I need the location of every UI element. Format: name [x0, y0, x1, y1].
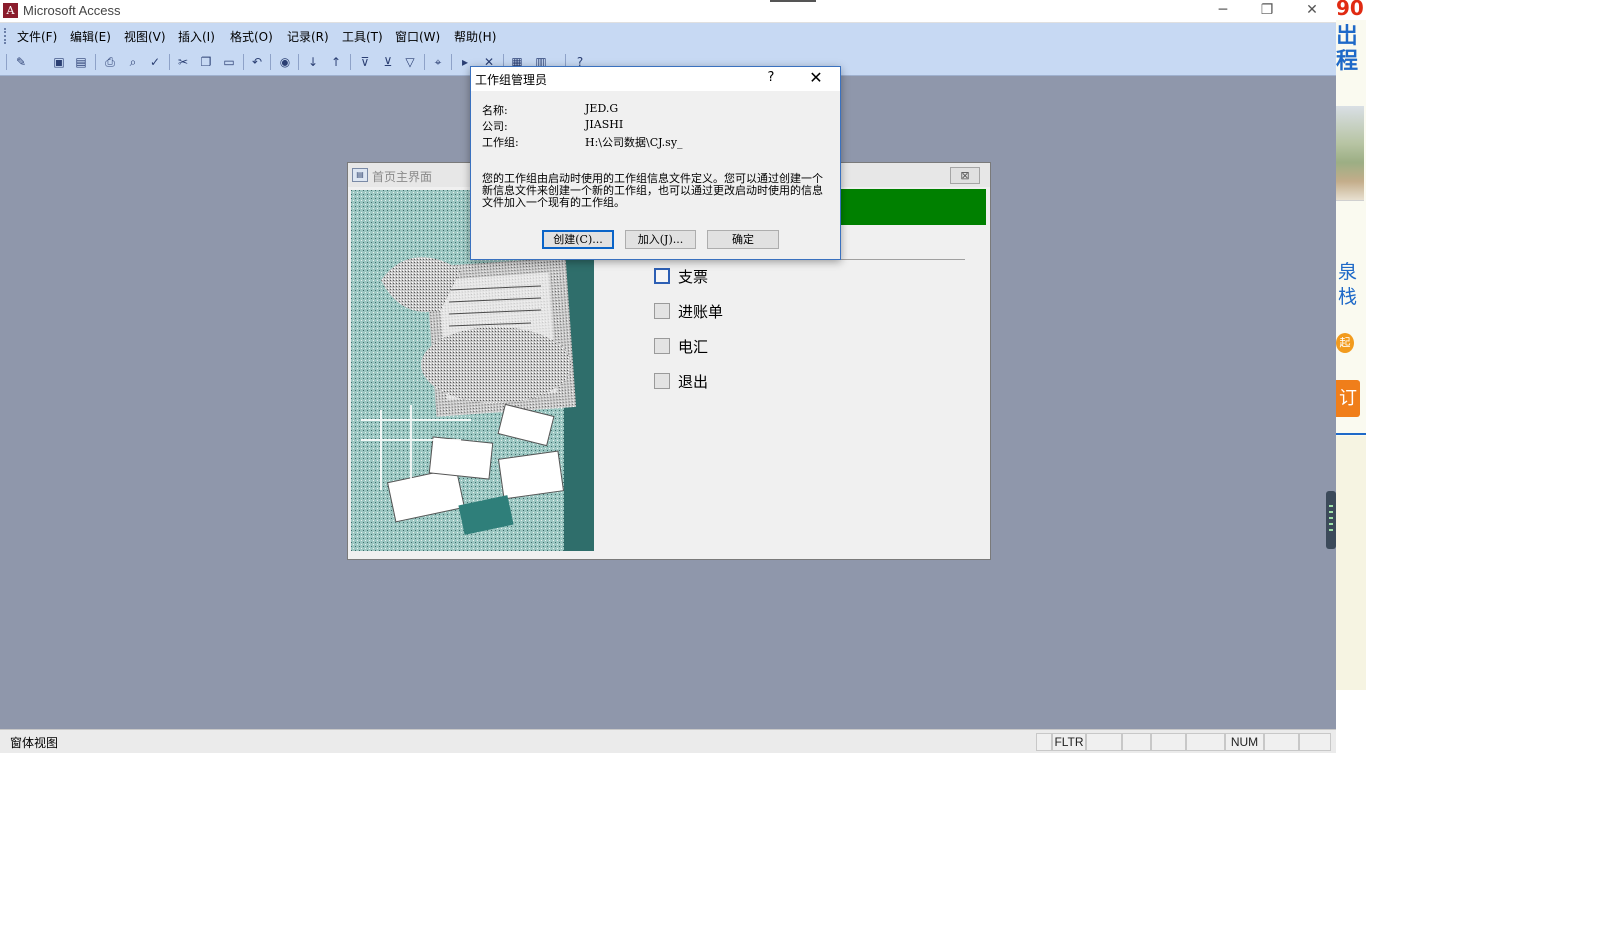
menu-records[interactable]: 记录(R)	[287, 28, 329, 45]
option-checkbox[interactable]	[654, 303, 670, 319]
close-window-button[interactable]: ✕	[1290, 0, 1334, 22]
minimize-button[interactable]: ─	[1201, 0, 1245, 22]
option-label: 退出	[678, 373, 709, 391]
menu-help[interactable]: 帮助(H)	[454, 28, 496, 45]
copy-icon[interactable]: ❐	[197, 53, 215, 71]
workgroup-administrator-dialog: 工作组管理员 ? ✕ 名称: JED.G 公司: JIASHI 工作组: H:\…	[470, 66, 841, 260]
menu-window[interactable]: 窗口(W)	[395, 28, 440, 45]
undo-icon[interactable]: ↶	[248, 53, 266, 71]
menu-edit[interactable]: 编辑(E)	[70, 28, 111, 45]
sort-descending-icon[interactable]: ↑	[327, 53, 345, 71]
menu-bar: 文件(F) 编辑(E) 视图(V) 插入(I) 格式(O) 记录(R) 工具(T…	[0, 23, 1336, 70]
filter-by-form-icon[interactable]: ⊻	[379, 53, 397, 71]
option-label: 支票	[678, 268, 709, 286]
view-mode-label: 窗体视图	[10, 736, 59, 750]
menu-tools[interactable]: 工具(T)	[342, 28, 383, 45]
form-close-button[interactable]: ⊠	[950, 167, 980, 184]
workgroup-description: 您的工作组由启动时使用的工作组信息文件定义。您可以通过创建一个新信息文件来创建一…	[482, 172, 823, 209]
menu-file[interactable]: 文件(F)	[17, 28, 57, 45]
workgroup-label: 工作组:	[482, 136, 519, 149]
status-cell	[1299, 733, 1331, 751]
option-label: 电汇	[678, 338, 709, 356]
create-button[interactable]: 创建(C)...	[542, 230, 614, 249]
form-icon: ▤	[352, 168, 368, 182]
status-bar: 窗体视图 FLTR NUM	[0, 729, 1336, 753]
form-title: 首页主界面	[372, 170, 433, 184]
join-button[interactable]: 加入(J)...	[625, 230, 696, 249]
toolbar-separator	[424, 54, 425, 70]
status-cell	[1264, 733, 1299, 751]
help-question-icon[interactable]: ?	[761, 70, 781, 85]
ad-lower-panel	[1336, 436, 1366, 690]
ad-hotel-text[interactable]: 泉栈	[1338, 260, 1366, 310]
book-button[interactable]: 订	[1336, 380, 1360, 417]
num-lock-indicator: NUM	[1225, 733, 1264, 751]
ad-blue-text[interactable]: 岀程	[1336, 24, 1366, 76]
filter-indicator: FLTR	[1052, 733, 1086, 751]
company-value: JIASHI	[585, 118, 624, 131]
print-icon[interactable]: ⎙	[101, 53, 119, 71]
ad-photo[interactable]	[1336, 106, 1364, 201]
ad-number-text: 90	[1336, 0, 1366, 20]
background-window-edge	[770, 0, 816, 2]
menu-view[interactable]: 视图(V)	[124, 28, 166, 45]
status-cell	[1151, 733, 1186, 751]
design-view-icon[interactable]: ✎	[12, 53, 30, 71]
menu-format[interactable]: 格式(O)	[230, 28, 273, 45]
filter-by-selection-icon[interactable]: ⊽	[356, 53, 374, 71]
save-as-icon[interactable]: ▤	[72, 53, 90, 71]
spelling-icon[interactable]: ✓	[146, 53, 164, 71]
workgroup-path: H:\公司数据\CJ.sy_	[585, 136, 683, 149]
toolbar-separator	[350, 54, 351, 70]
ad-badge: 起	[1336, 333, 1354, 353]
toolbar-separator	[270, 54, 271, 70]
apply-filter-icon[interactable]: ▽	[401, 53, 419, 71]
ad-divider	[1336, 433, 1366, 435]
option-checkbox[interactable]	[654, 338, 670, 354]
toolbar-separator	[95, 54, 96, 70]
status-cell	[1086, 733, 1122, 751]
paste-icon[interactable]: ▭	[220, 53, 238, 71]
ok-button[interactable]: 确定	[707, 230, 779, 249]
print-preview-icon[interactable]: ⌕	[124, 53, 142, 71]
dialog-close-button[interactable]: ✕	[801, 68, 831, 87]
dialog-title: 工作组管理员	[475, 73, 548, 87]
status-cell	[1186, 733, 1225, 751]
option-checkbox[interactable]	[654, 373, 670, 389]
status-cell	[1122, 733, 1151, 751]
background-webpage-strip: 90 岀程 泉栈 起 订	[1336, 0, 1366, 690]
sort-ascending-icon[interactable]: ↓	[304, 53, 322, 71]
save-icon[interactable]: ▣	[50, 53, 68, 71]
window-title: Microsoft Access	[23, 3, 121, 18]
toolbar-separator	[243, 54, 244, 70]
toolbar-separator	[451, 54, 452, 70]
status-cell	[1036, 733, 1052, 751]
cut-icon[interactable]: ✂	[174, 53, 192, 71]
side-scroll-handle[interactable]	[1326, 491, 1336, 549]
dialog-title-bar: 工作组管理员 ? ✕	[471, 67, 840, 91]
toolbar-separator	[298, 54, 299, 70]
restore-button[interactable]: ❐	[1245, 0, 1289, 22]
name-value: JED.G	[585, 102, 619, 115]
option-checkbox[interactable]	[654, 268, 670, 284]
title-bar: A Microsoft Access ─ ❐ ✕	[0, 0, 1336, 23]
option-label: 进账单	[678, 303, 724, 321]
hyperlink-icon[interactable]: ◉	[276, 53, 294, 71]
toolbar-separator	[169, 54, 170, 70]
name-label: 名称:	[482, 104, 508, 117]
menu-insert[interactable]: 插入(I)	[178, 28, 215, 45]
access-main-window: A Microsoft Access ─ ❐ ✕ 文件(F) 编辑(E) 视图(…	[0, 0, 1336, 753]
form-header-bar	[818, 189, 986, 225]
company-label: 公司:	[482, 120, 508, 133]
menu-grip[interactable]	[4, 28, 9, 44]
find-icon[interactable]: ⌖	[429, 53, 447, 71]
toolbar-grip[interactable]	[6, 54, 7, 70]
access-app-icon: A	[3, 3, 18, 18]
